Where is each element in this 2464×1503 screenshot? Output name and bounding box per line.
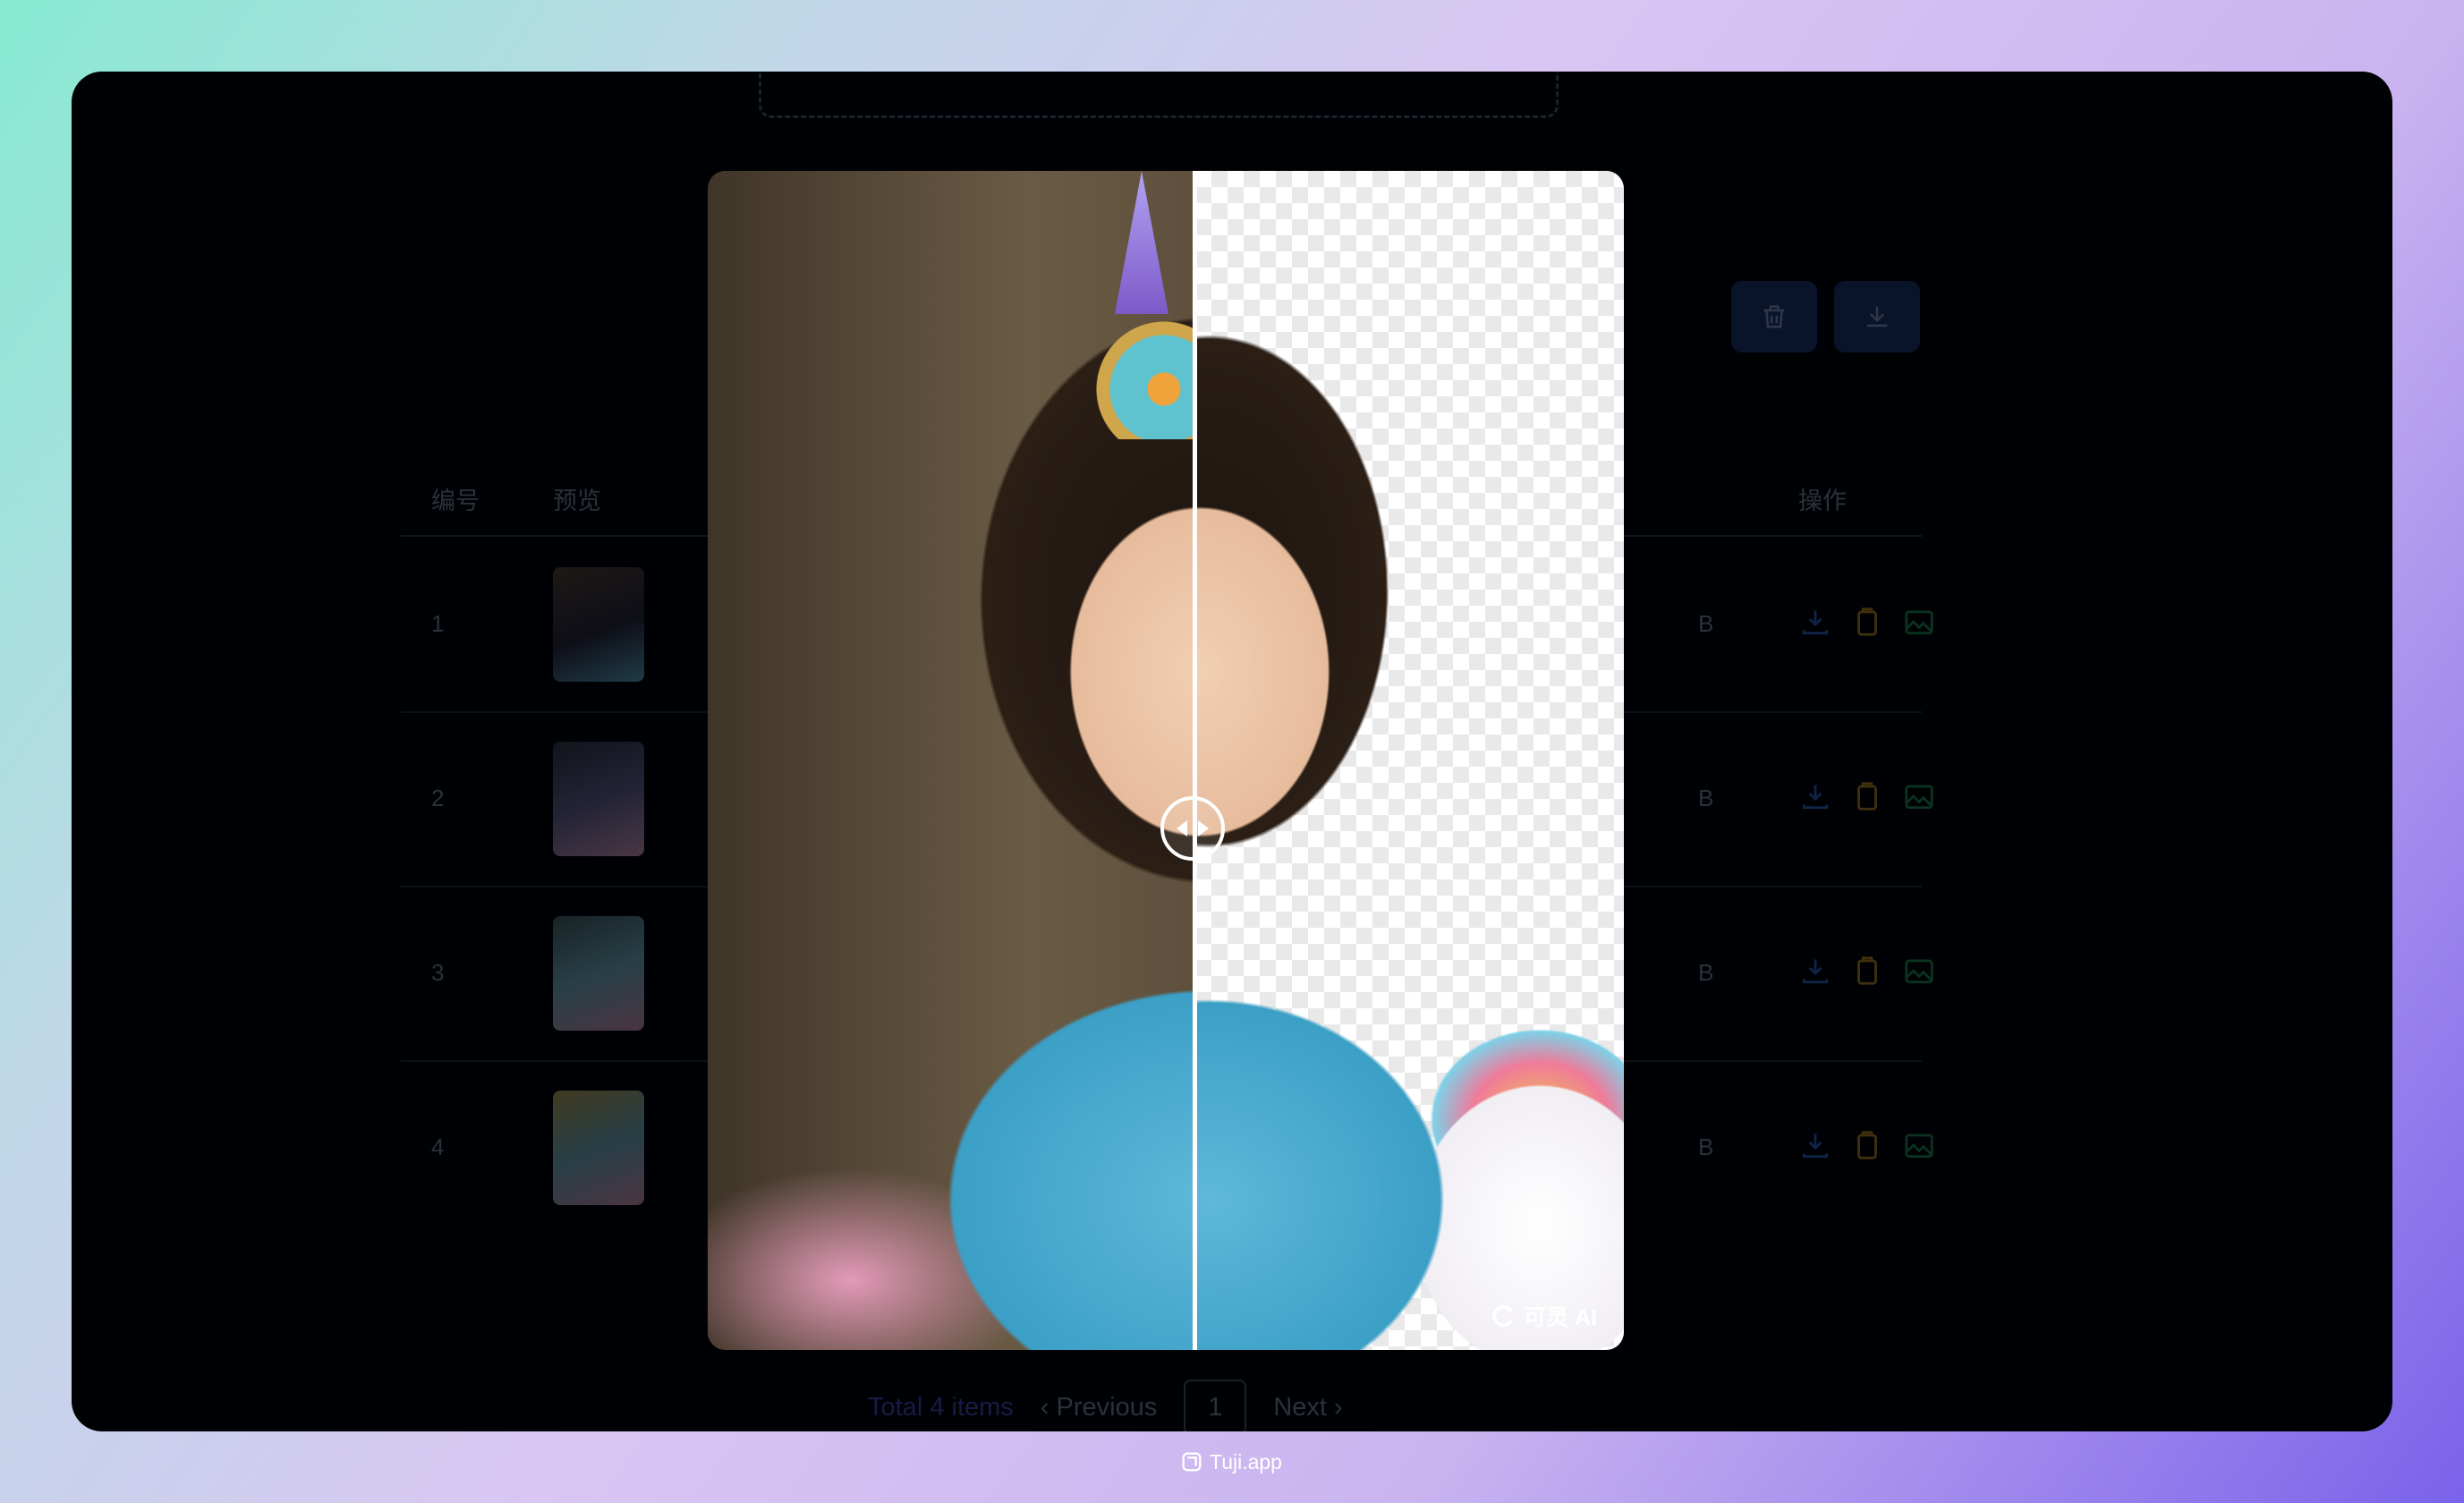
preview-thumbnail[interactable] xyxy=(553,1091,644,1205)
download-icon xyxy=(1866,306,1888,327)
file-size: B xyxy=(1698,1134,1714,1160)
copy-icon[interactable] xyxy=(1850,605,1884,639)
previous-label: Previous xyxy=(1056,1392,1158,1422)
pagination: Total 4 items ‹ Previous 1 Next › xyxy=(868,1380,1343,1431)
page-number[interactable]: 1 xyxy=(1184,1380,1247,1431)
copy-icon[interactable] xyxy=(1850,779,1884,813)
next-label: Next xyxy=(1273,1392,1327,1422)
trash-icon xyxy=(1763,305,1785,328)
previous-page-button[interactable]: ‹ Previous xyxy=(1041,1393,1158,1422)
next-page-button[interactable]: Next › xyxy=(1273,1393,1342,1422)
footer-brand[interactable]: Tuji.app xyxy=(1179,1449,1282,1474)
download-icon[interactable] xyxy=(1798,1128,1832,1162)
cutout-subject xyxy=(1195,171,1624,1350)
row-number: 3 xyxy=(431,959,445,986)
preview-thumbnail[interactable] xyxy=(553,742,644,856)
image-icon[interactable] xyxy=(1902,1128,1936,1162)
file-size: B xyxy=(1698,610,1714,637)
crop-icon xyxy=(1182,1452,1202,1472)
file-size: B xyxy=(1698,959,1714,986)
header-actions: 操作 xyxy=(1798,488,1847,514)
image-icon[interactable] xyxy=(1902,954,1936,988)
row-number: 1 xyxy=(431,610,445,637)
app-window: 编号 预览 操作 1 B 2 B 3 B 4 B Total 4 items ‹… xyxy=(72,72,2392,1431)
header-preview: 预览 xyxy=(553,488,601,514)
download-all-button[interactable] xyxy=(1834,281,1920,352)
row-number: 4 xyxy=(431,1134,445,1160)
download-icon[interactable] xyxy=(1798,779,1832,813)
preview-thumbnail[interactable] xyxy=(553,567,644,682)
ai-watermark: 可灵 AI xyxy=(1490,1300,1597,1332)
copy-icon[interactable] xyxy=(1850,954,1884,988)
header-no: 编号 xyxy=(431,488,480,514)
brand-label: Tuji.app xyxy=(1210,1449,1282,1473)
download-icon[interactable] xyxy=(1798,605,1832,639)
file-size: B xyxy=(1698,785,1714,811)
upload-dropzone[interactable] xyxy=(759,72,1559,118)
background-removed-photo xyxy=(1195,171,1624,1350)
pagination-total: Total 4 items xyxy=(868,1392,1014,1422)
compare-divider[interactable] xyxy=(1193,171,1197,1350)
preview-thumbnail[interactable] xyxy=(553,916,644,1031)
before-after-compare[interactable]: 可灵 AI xyxy=(708,171,1624,1350)
image-icon[interactable] xyxy=(1902,605,1936,639)
copy-icon[interactable] xyxy=(1850,1128,1884,1162)
watermark-text: 可灵 AI xyxy=(1524,1305,1597,1330)
slider-arrows-icon xyxy=(1177,820,1209,836)
row-number: 2 xyxy=(431,785,445,811)
delete-all-button[interactable] xyxy=(1731,281,1817,352)
unicorn-horn xyxy=(1115,171,1168,314)
compare-slider-handle[interactable] xyxy=(1160,796,1225,861)
kling-logo-icon xyxy=(1492,1305,1513,1327)
download-icon[interactable] xyxy=(1798,954,1832,988)
image-icon[interactable] xyxy=(1902,779,1936,813)
